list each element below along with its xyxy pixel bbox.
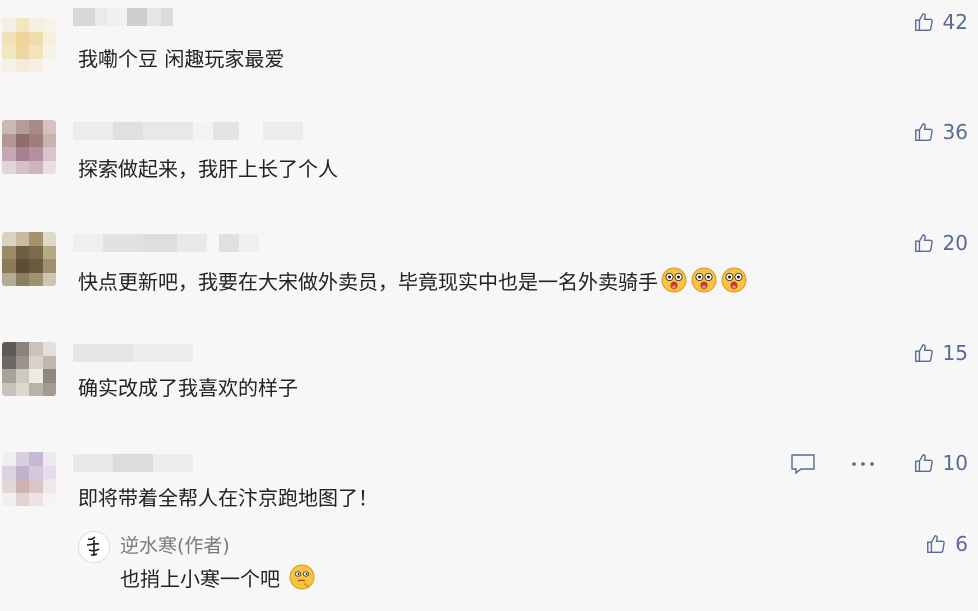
surprised-emoji bbox=[661, 267, 687, 293]
avatar[interactable] bbox=[2, 120, 56, 174]
surprised-emoji bbox=[721, 267, 747, 293]
thumbs-up-icon bbox=[914, 454, 933, 472]
comment-text-content: 快点更新吧，我要在大宋做外卖员，毕竟现实中也是一名外卖骑手 bbox=[78, 270, 658, 294]
thumbs-up-icon bbox=[914, 13, 933, 31]
like-button[interactable]: 15 bbox=[913, 341, 968, 365]
avatar[interactable] bbox=[2, 232, 56, 286]
comment-text: 探索做起来，我肝上长了个人 bbox=[78, 157, 338, 181]
thumbs-up-icon bbox=[927, 535, 946, 553]
comment-bubble-icon[interactable] bbox=[790, 453, 816, 475]
comment-text: 即将带着全帮人在汴京跑地图了！ bbox=[78, 486, 378, 510]
like-count: 6 bbox=[955, 532, 968, 556]
avatar[interactable] bbox=[2, 452, 56, 506]
author-logo-icon bbox=[79, 532, 109, 562]
avatar[interactable] bbox=[2, 342, 56, 396]
username-blurred[interactable] bbox=[73, 122, 303, 140]
thinking-emoji bbox=[289, 564, 315, 590]
like-count: 10 bbox=[942, 451, 968, 475]
like-count: 20 bbox=[942, 231, 968, 255]
like-button[interactable]: 20 bbox=[913, 231, 968, 255]
author-name[interactable]: 逆水寒(作者) bbox=[120, 531, 230, 558]
comment-text: 确实改成了我喜欢的样子 bbox=[78, 376, 298, 400]
username-blurred[interactable] bbox=[73, 8, 173, 26]
username-blurred[interactable] bbox=[73, 234, 259, 252]
more-dots-icon[interactable] bbox=[850, 455, 876, 473]
thumbs-up-icon bbox=[914, 344, 933, 362]
like-count: 15 bbox=[942, 341, 968, 365]
like-count: 36 bbox=[942, 120, 968, 144]
like-button[interactable]: 36 bbox=[913, 120, 968, 144]
author-avatar[interactable] bbox=[78, 531, 110, 563]
reply-text: 也捎上小寒一个吧 bbox=[120, 563, 316, 592]
thumbs-up-icon bbox=[914, 234, 933, 252]
like-count: 42 bbox=[942, 10, 968, 34]
reply-text-content: 也捎上小寒一个吧 bbox=[120, 567, 280, 591]
like-button[interactable]: 42 bbox=[913, 10, 968, 34]
comment-text: 快点更新吧，我要在大宋做外卖员，毕竟现实中也是一名外卖骑手 bbox=[78, 266, 748, 297]
like-button[interactable]: 10 bbox=[913, 451, 968, 475]
avatar[interactable] bbox=[2, 18, 56, 72]
username-blurred[interactable] bbox=[73, 454, 193, 472]
surprised-emoji bbox=[691, 267, 717, 293]
username-blurred[interactable] bbox=[73, 344, 193, 362]
thumbs-up-icon bbox=[914, 123, 933, 141]
comment-text: 我嘞个豆 闲趣玩家最爱 bbox=[78, 47, 285, 71]
reply-like-button[interactable]: 6 bbox=[925, 532, 968, 556]
